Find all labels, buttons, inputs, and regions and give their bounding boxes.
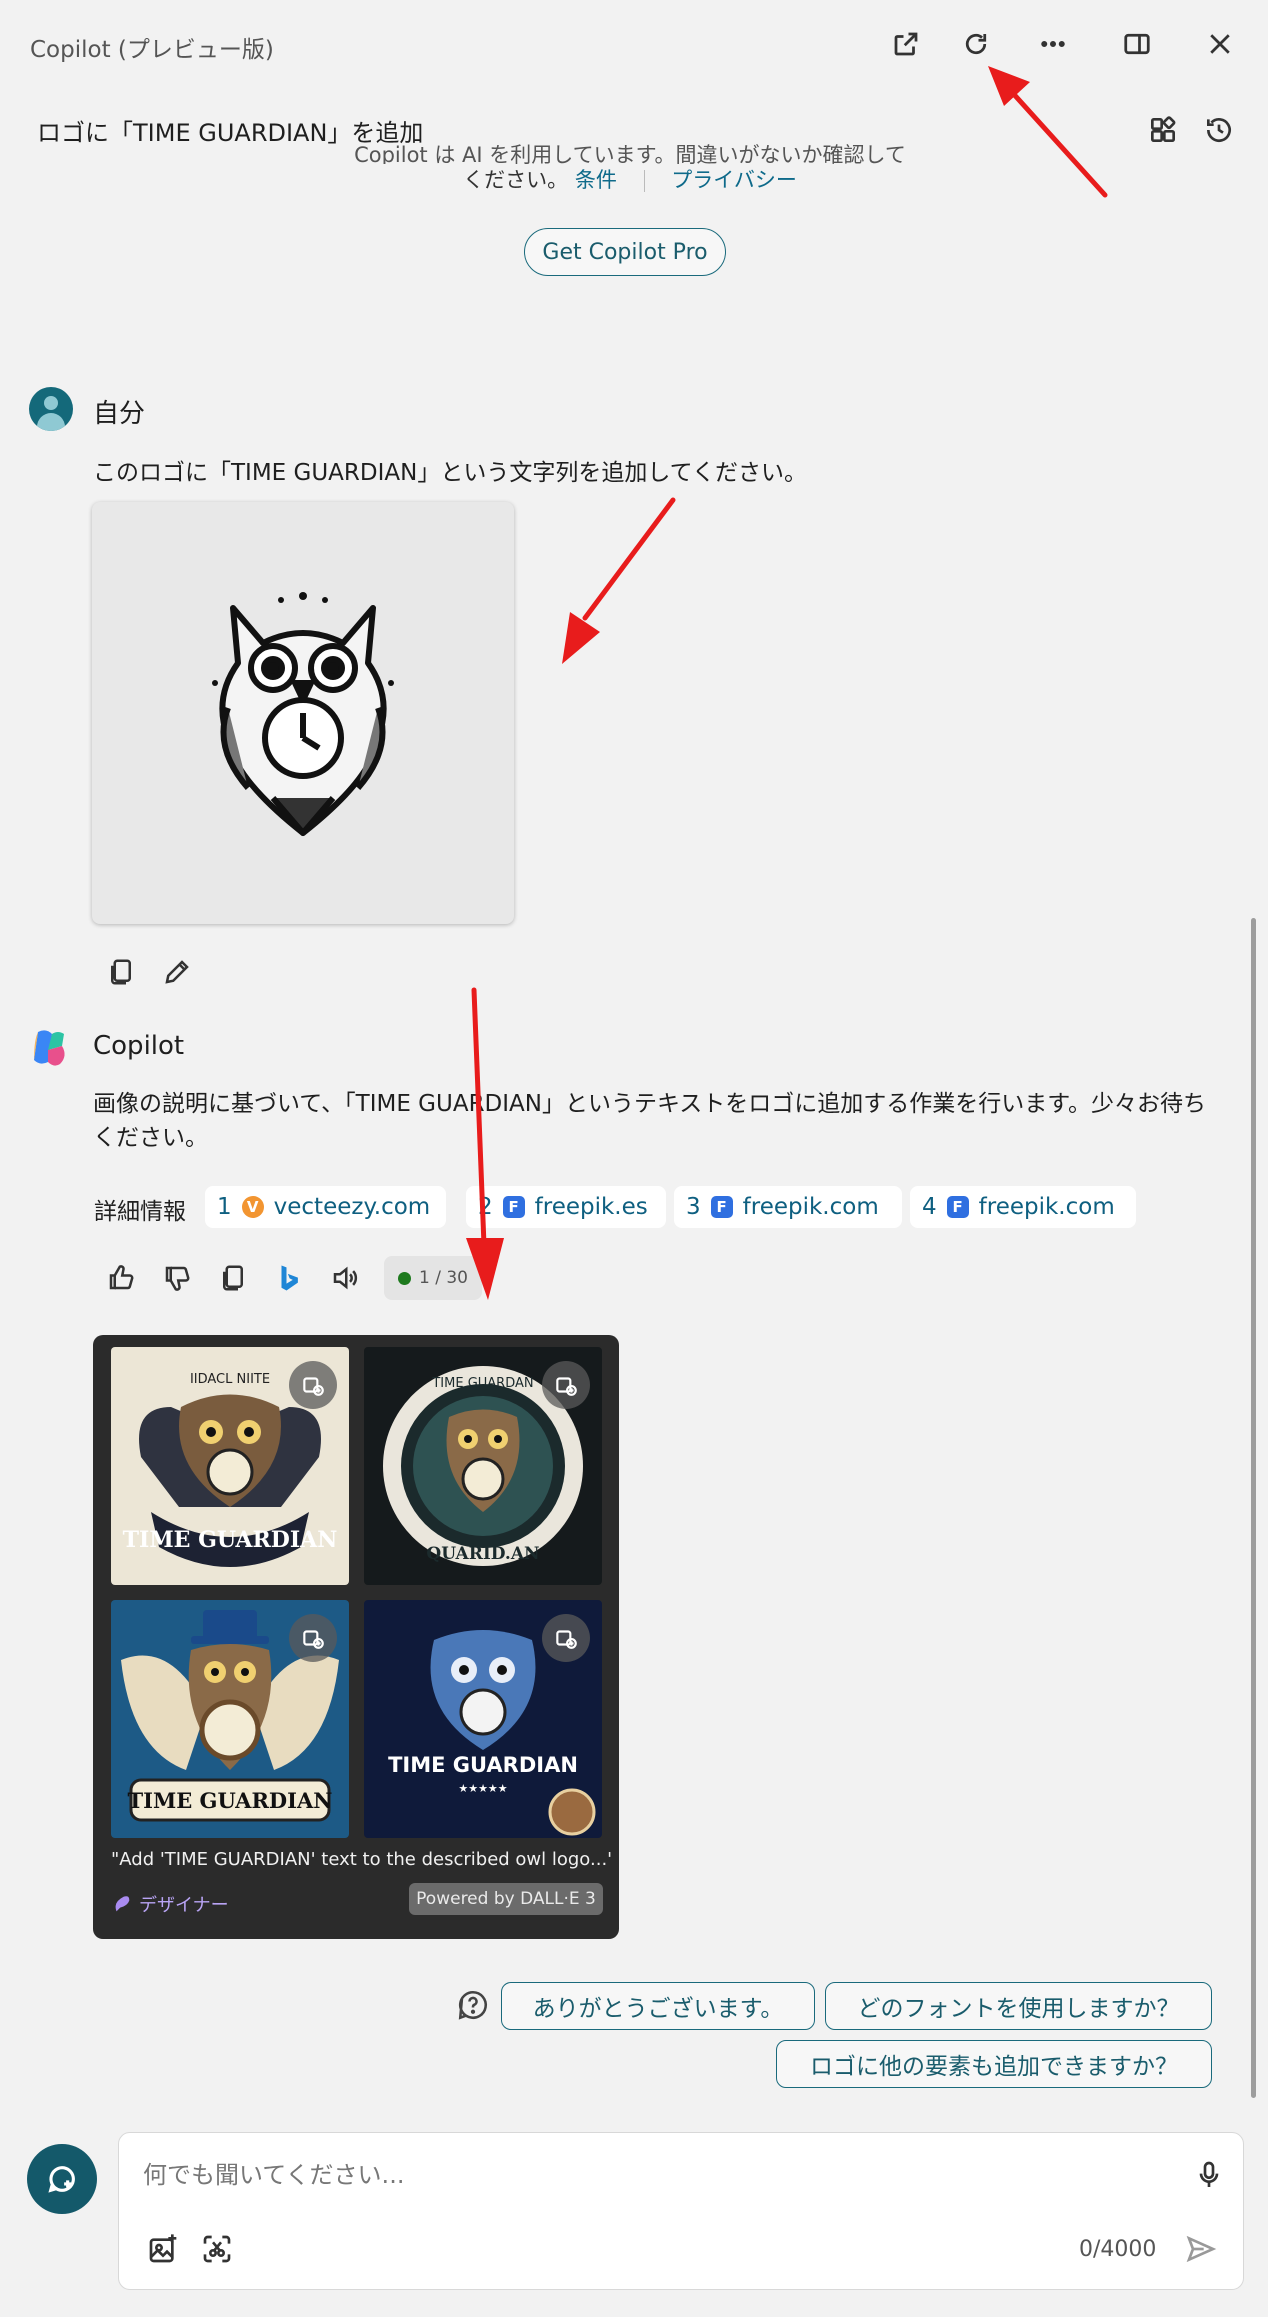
- designer-icon: [115, 1896, 130, 1912]
- vecteezy-icon: V: [241, 1196, 264, 1218]
- add-to-collection-icon[interactable]: [289, 1614, 337, 1662]
- bing-icon[interactable]: [271, 1260, 307, 1296]
- thumb-arc-text: TIME GUARDAN: [431, 1376, 533, 1391]
- image-caption: "Add 'TIME GUARDIAN' text to the describ…: [111, 1849, 611, 1870]
- citation-number: 2: [478, 1194, 493, 1220]
- generated-image-4[interactable]: TIME GUARDIAN ★★★★★: [364, 1600, 602, 1838]
- copilot-name: Copilot: [93, 1031, 185, 1061]
- add-to-collection-icon[interactable]: [542, 1361, 590, 1409]
- freepik-icon: F: [946, 1196, 969, 1218]
- generated-image-1[interactable]: TIME GUARDIAN IIDACL NIITE: [111, 1347, 349, 1585]
- generated-image-3[interactable]: TIME GUARDIAN: [111, 1600, 349, 1838]
- composer: 0/4000: [118, 2132, 1244, 2290]
- add-image-icon[interactable]: [143, 2229, 183, 2269]
- uploaded-owl-logo-image[interactable]: [92, 502, 514, 924]
- privacy-link[interactable]: プライバシー: [671, 168, 797, 192]
- user-avatar: [29, 387, 73, 431]
- citation-1[interactable]: 1 V vecteezy.com: [205, 1186, 446, 1228]
- copilot-logo-icon: [28, 1026, 72, 1070]
- thumb-text: TIME GUARDIAN: [128, 1788, 333, 1813]
- citation-domain: freepik.com: [978, 1194, 1115, 1220]
- turn-counter-text: 1 / 30: [419, 1268, 468, 1288]
- edit-icon[interactable]: [159, 954, 195, 990]
- title-bar: Copilot (プレビュー版): [0, 0, 1268, 92]
- owl-logo-icon: [212, 592, 394, 836]
- notice-line: ください。 条件 プライバシー: [340, 164, 920, 196]
- add-to-collection-icon[interactable]: [542, 1614, 590, 1662]
- thumbs-up-icon[interactable]: [103, 1260, 139, 1296]
- help-icon[interactable]: [456, 1988, 490, 2022]
- citation-number: 3: [686, 1194, 701, 1220]
- citation-3[interactable]: 3 F freepik.com: [674, 1186, 902, 1228]
- screenshot-icon[interactable]: [197, 2229, 237, 2269]
- thumb-arc-text: IIDACL NIITE: [190, 1372, 270, 1387]
- terms-link[interactable]: 条件: [575, 168, 617, 192]
- user-name: 自分: [93, 399, 146, 429]
- microphone-icon[interactable]: [1189, 2155, 1229, 2195]
- designer-label: デザイナー: [139, 1895, 229, 1916]
- more-icon[interactable]: [1035, 26, 1071, 62]
- notice-clipped-line: Copilot は AI を利用しています。間違いがないか確認して: [354, 144, 906, 164]
- copy-icon[interactable]: [215, 1260, 251, 1296]
- thumb-text: TIME GUARDIAN: [123, 1527, 338, 1553]
- send-icon[interactable]: [1181, 2229, 1221, 2269]
- copy-icon[interactable]: [103, 954, 139, 990]
- ai-notice: Copilot は AI を利用しています。間違いがないか確認して ください。 …: [340, 144, 920, 196]
- citation-4[interactable]: 4 F freepik.com: [910, 1186, 1136, 1228]
- close-icon[interactable]: [1202, 26, 1238, 62]
- freepik-icon: F: [502, 1196, 525, 1218]
- citation-number: 4: [922, 1194, 937, 1220]
- citation-domain: freepik.com: [742, 1194, 879, 1220]
- citation-domain: freepik.es: [534, 1194, 648, 1220]
- open-external-icon[interactable]: [888, 26, 924, 62]
- new-chat-icon: [48, 2166, 75, 2193]
- learn-more-label: 詳細情報: [94, 1199, 186, 1225]
- speaker-icon[interactable]: [327, 1260, 363, 1296]
- thumb-text: TIME GUARDIAN: [388, 1753, 578, 1777]
- powered-by-badge: Powered by DALL·E 3: [409, 1883, 603, 1915]
- status-dot-icon: [398, 1271, 411, 1285]
- thumb-stars: ★★★★★: [458, 1782, 507, 1795]
- conversation-title: ロゴに「TIME GUARDIAN」を追加: [37, 119, 424, 147]
- copilot-message-text: 画像の説明に基づいて、「TIME GUARDIAN」というテキストをロゴに追加す…: [93, 1091, 1206, 1151]
- add-to-collection-icon[interactable]: [289, 1361, 337, 1409]
- chat-input[interactable]: [143, 2155, 1143, 2195]
- generated-image-2[interactable]: TIME GUARDAN QUARID.AN: [364, 1347, 602, 1585]
- citation-2[interactable]: 2 F freepik.es: [466, 1186, 666, 1228]
- suggestion-chip-3[interactable]: ロゴに他の要素も追加できますか？: [776, 2040, 1212, 2088]
- citation-domain: vecteezy.com: [273, 1194, 431, 1220]
- suggestion-chip-2[interactable]: どのフォントを使用しますか？: [825, 1982, 1212, 2030]
- designer-link[interactable]: デザイナー: [111, 1891, 229, 1917]
- character-count: 0/4000: [1079, 2237, 1157, 2262]
- history-icon[interactable]: [1201, 112, 1237, 148]
- app-title: Copilot (プレビュー版): [30, 37, 274, 63]
- refresh-icon[interactable]: [958, 26, 994, 62]
- thumbs-down-icon[interactable]: [159, 1260, 195, 1296]
- freepik-icon: F: [710, 1196, 733, 1218]
- suggestion-chip-1[interactable]: ありがとうございます。: [501, 1982, 815, 2030]
- notice-text: ください。: [463, 168, 569, 192]
- turn-counter: 1 / 30: [384, 1256, 482, 1300]
- generated-images-card: TIME GUARDIAN IIDACL NIITE TIME GUARDAN …: [93, 1335, 619, 1939]
- plugins-icon[interactable]: [1145, 112, 1181, 148]
- scrollbar[interactable]: [1251, 918, 1256, 2098]
- citation-number: 1: [217, 1194, 232, 1220]
- annotation-arrows: [466, 66, 1108, 1300]
- thumb-text: QUARID.AN: [426, 1544, 539, 1564]
- new-topic-button[interactable]: [27, 2144, 97, 2214]
- user-message-text: このロゴに「TIME GUARDIAN」という文字列を追加してください。: [93, 460, 807, 486]
- divider: [643, 170, 645, 192]
- side-panel-icon[interactable]: [1119, 26, 1155, 62]
- get-copilot-pro-button[interactable]: Get Copilot Pro: [524, 228, 726, 276]
